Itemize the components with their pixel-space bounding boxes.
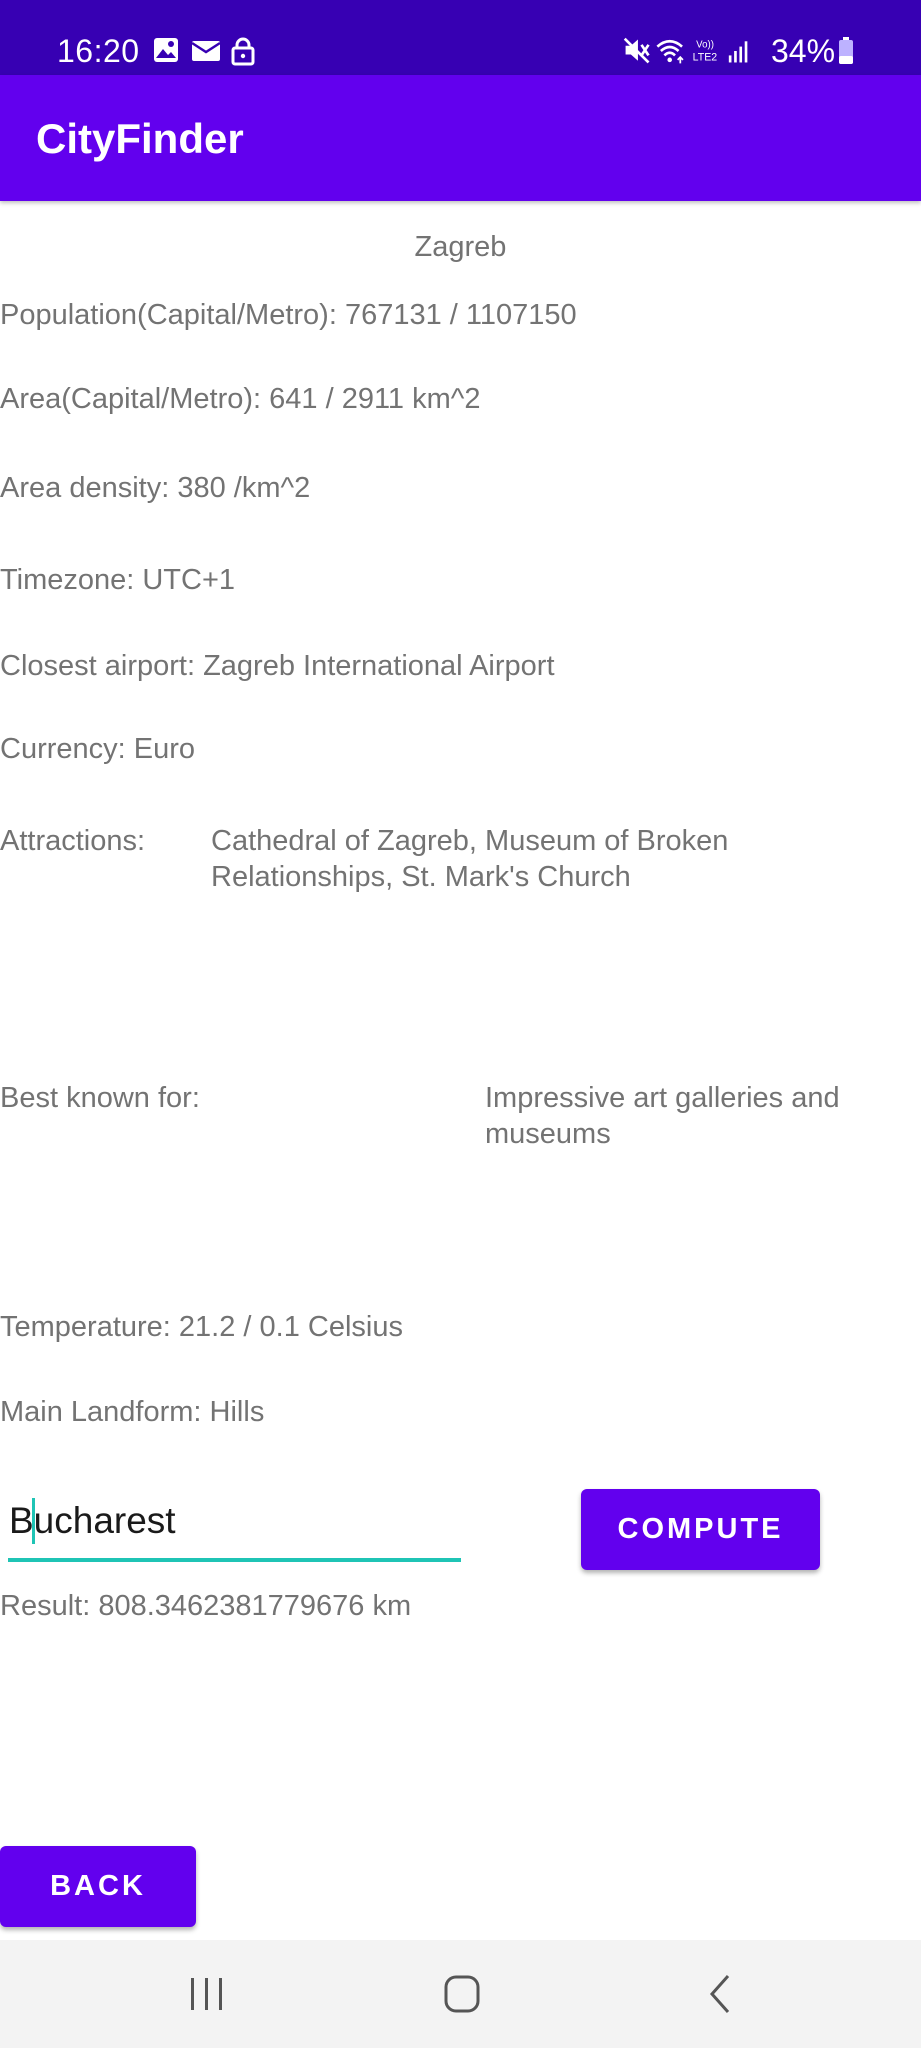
mute-icon <box>623 37 650 64</box>
result-text: Result: 808.3462381779676 km <box>0 1590 412 1622</box>
svg-text:Vo)): Vo)) <box>696 39 714 50</box>
signal-icon <box>728 41 748 63</box>
density-text: Area density: 380 /km^2 <box>0 472 311 504</box>
wifi-icon <box>656 39 684 64</box>
svg-text:LTE2: LTE2 <box>693 52 718 64</box>
best-known-value: Impressive art galleries and museums <box>485 1082 840 1150</box>
app-title: CityFinder <box>36 115 244 162</box>
landform-text: Main Landform: Hills <box>0 1396 265 1428</box>
destination-city-input[interactable]: Bucharest <box>8 1490 461 1562</box>
compute-button[interactable]: COMPUTE <box>581 1489 820 1570</box>
app-screen: 16:20 Vo)) LTE2 34% CityFinder Zagreb Po… <box>0 0 921 2048</box>
attractions-value: Cathedral of Zagreb, Museum of Broken Re… <box>211 825 729 893</box>
city-name: Zagreb <box>414 231 507 263</box>
mail-icon <box>191 41 221 61</box>
population-text: Population(Capital/Metro): 767131 / 1107… <box>0 299 577 331</box>
text-cursor <box>32 1498 35 1544</box>
best-known-label: Best known for: <box>0 1082 200 1114</box>
temperature-text: Temperature: 21.2 / 0.1 Celsius <box>0 1311 403 1343</box>
attractions-label: Attractions: <box>0 825 146 857</box>
volte-icon: Vo)) LTE2 <box>693 39 718 63</box>
navigation-bar <box>0 1940 921 2048</box>
app-bar: CityFinder <box>0 75 921 201</box>
status-left-icons <box>154 37 255 66</box>
airport-text: Closest airport: Zagreb International Ai… <box>0 650 555 682</box>
status-bar: 16:20 Vo)) LTE2 34% <box>0 0 921 75</box>
timezone-text: Timezone: UTC+1 <box>0 564 236 596</box>
status-right-icons: Vo)) LTE2 <box>623 37 748 64</box>
nav-back-icon[interactable] <box>700 1940 744 2048</box>
gallery-icon <box>154 38 178 62</box>
battery-icon <box>839 37 853 64</box>
battery-percent: 34% <box>771 33 836 69</box>
area-text: Area(Capital/Metro): 641 / 2911 km^2 <box>0 383 481 415</box>
home-icon[interactable] <box>440 1940 484 2048</box>
recent-apps-icon[interactable] <box>185 1940 229 2048</box>
status-time: 16:20 <box>57 33 140 69</box>
currency-text: Currency: Euro <box>0 733 196 765</box>
lock-icon <box>231 37 255 66</box>
back-button[interactable]: BACK <box>0 1846 196 1927</box>
